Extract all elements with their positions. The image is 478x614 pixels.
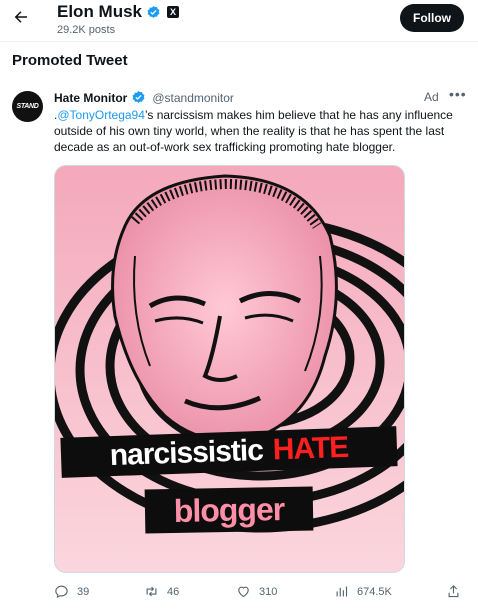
views-chart-icon bbox=[336, 586, 348, 597]
caption-line-2: blogger bbox=[144, 486, 314, 534]
caption-hate: HATE bbox=[272, 430, 349, 467]
caption-blogger: blogger bbox=[173, 490, 285, 529]
author-handle[interactable]: @standmonitor bbox=[152, 91, 234, 105]
tweet-action-bar: 39 46 310 674.5K bbox=[54, 584, 466, 604]
retweet-button[interactable]: 46 bbox=[144, 584, 179, 599]
section-title: Promoted Tweet bbox=[12, 52, 128, 69]
verified-badge-icon bbox=[132, 90, 145, 103]
verified-badge-icon bbox=[147, 5, 160, 18]
mention-link[interactable]: @TonyOrtega94 bbox=[57, 108, 145, 122]
profile-header: Elon Musk X 29.2K posts Follow bbox=[0, 0, 478, 42]
reply-icon bbox=[55, 585, 68, 599]
profile-name-row: Elon Musk X bbox=[57, 2, 180, 22]
tweet-media-image[interactable]: narcissistic HATE blogger bbox=[54, 165, 405, 573]
author-name[interactable]: Hate Monitor bbox=[54, 91, 127, 105]
ad-label: Ad bbox=[424, 90, 439, 104]
share-button[interactable] bbox=[446, 584, 461, 599]
like-button[interactable]: 310 bbox=[236, 584, 277, 599]
views-button[interactable]: 674.5K bbox=[334, 584, 392, 599]
caption-narcissistic: narcissistic bbox=[109, 433, 264, 473]
profile-name: Elon Musk bbox=[57, 2, 143, 21]
reply-count: 39 bbox=[77, 585, 90, 598]
reply-button[interactable]: 39 bbox=[54, 584, 89, 599]
avatar[interactable]: STAND bbox=[12, 91, 43, 122]
arrow-left-icon bbox=[14, 11, 27, 23]
retweet-icon bbox=[146, 586, 157, 597]
post-count: 29.2K posts bbox=[57, 24, 116, 36]
retweet-count: 46 bbox=[167, 585, 180, 598]
header-divider bbox=[0, 41, 478, 42]
tweet-text: .@TonyOrtega94’s narcissism makes him be… bbox=[54, 107, 466, 155]
x-affiliation-badge: X bbox=[167, 6, 180, 18]
like-count: 310 bbox=[259, 585, 278, 598]
heart-icon bbox=[238, 586, 249, 598]
view-count: 674.5K bbox=[357, 585, 392, 598]
share-icon bbox=[448, 585, 459, 598]
tweet-author-row: Hate Monitor @standmonitor bbox=[54, 90, 234, 105]
back-button[interactable] bbox=[8, 4, 34, 30]
follow-button[interactable]: Follow bbox=[400, 4, 464, 32]
more-options-button[interactable]: ••• bbox=[449, 86, 467, 102]
